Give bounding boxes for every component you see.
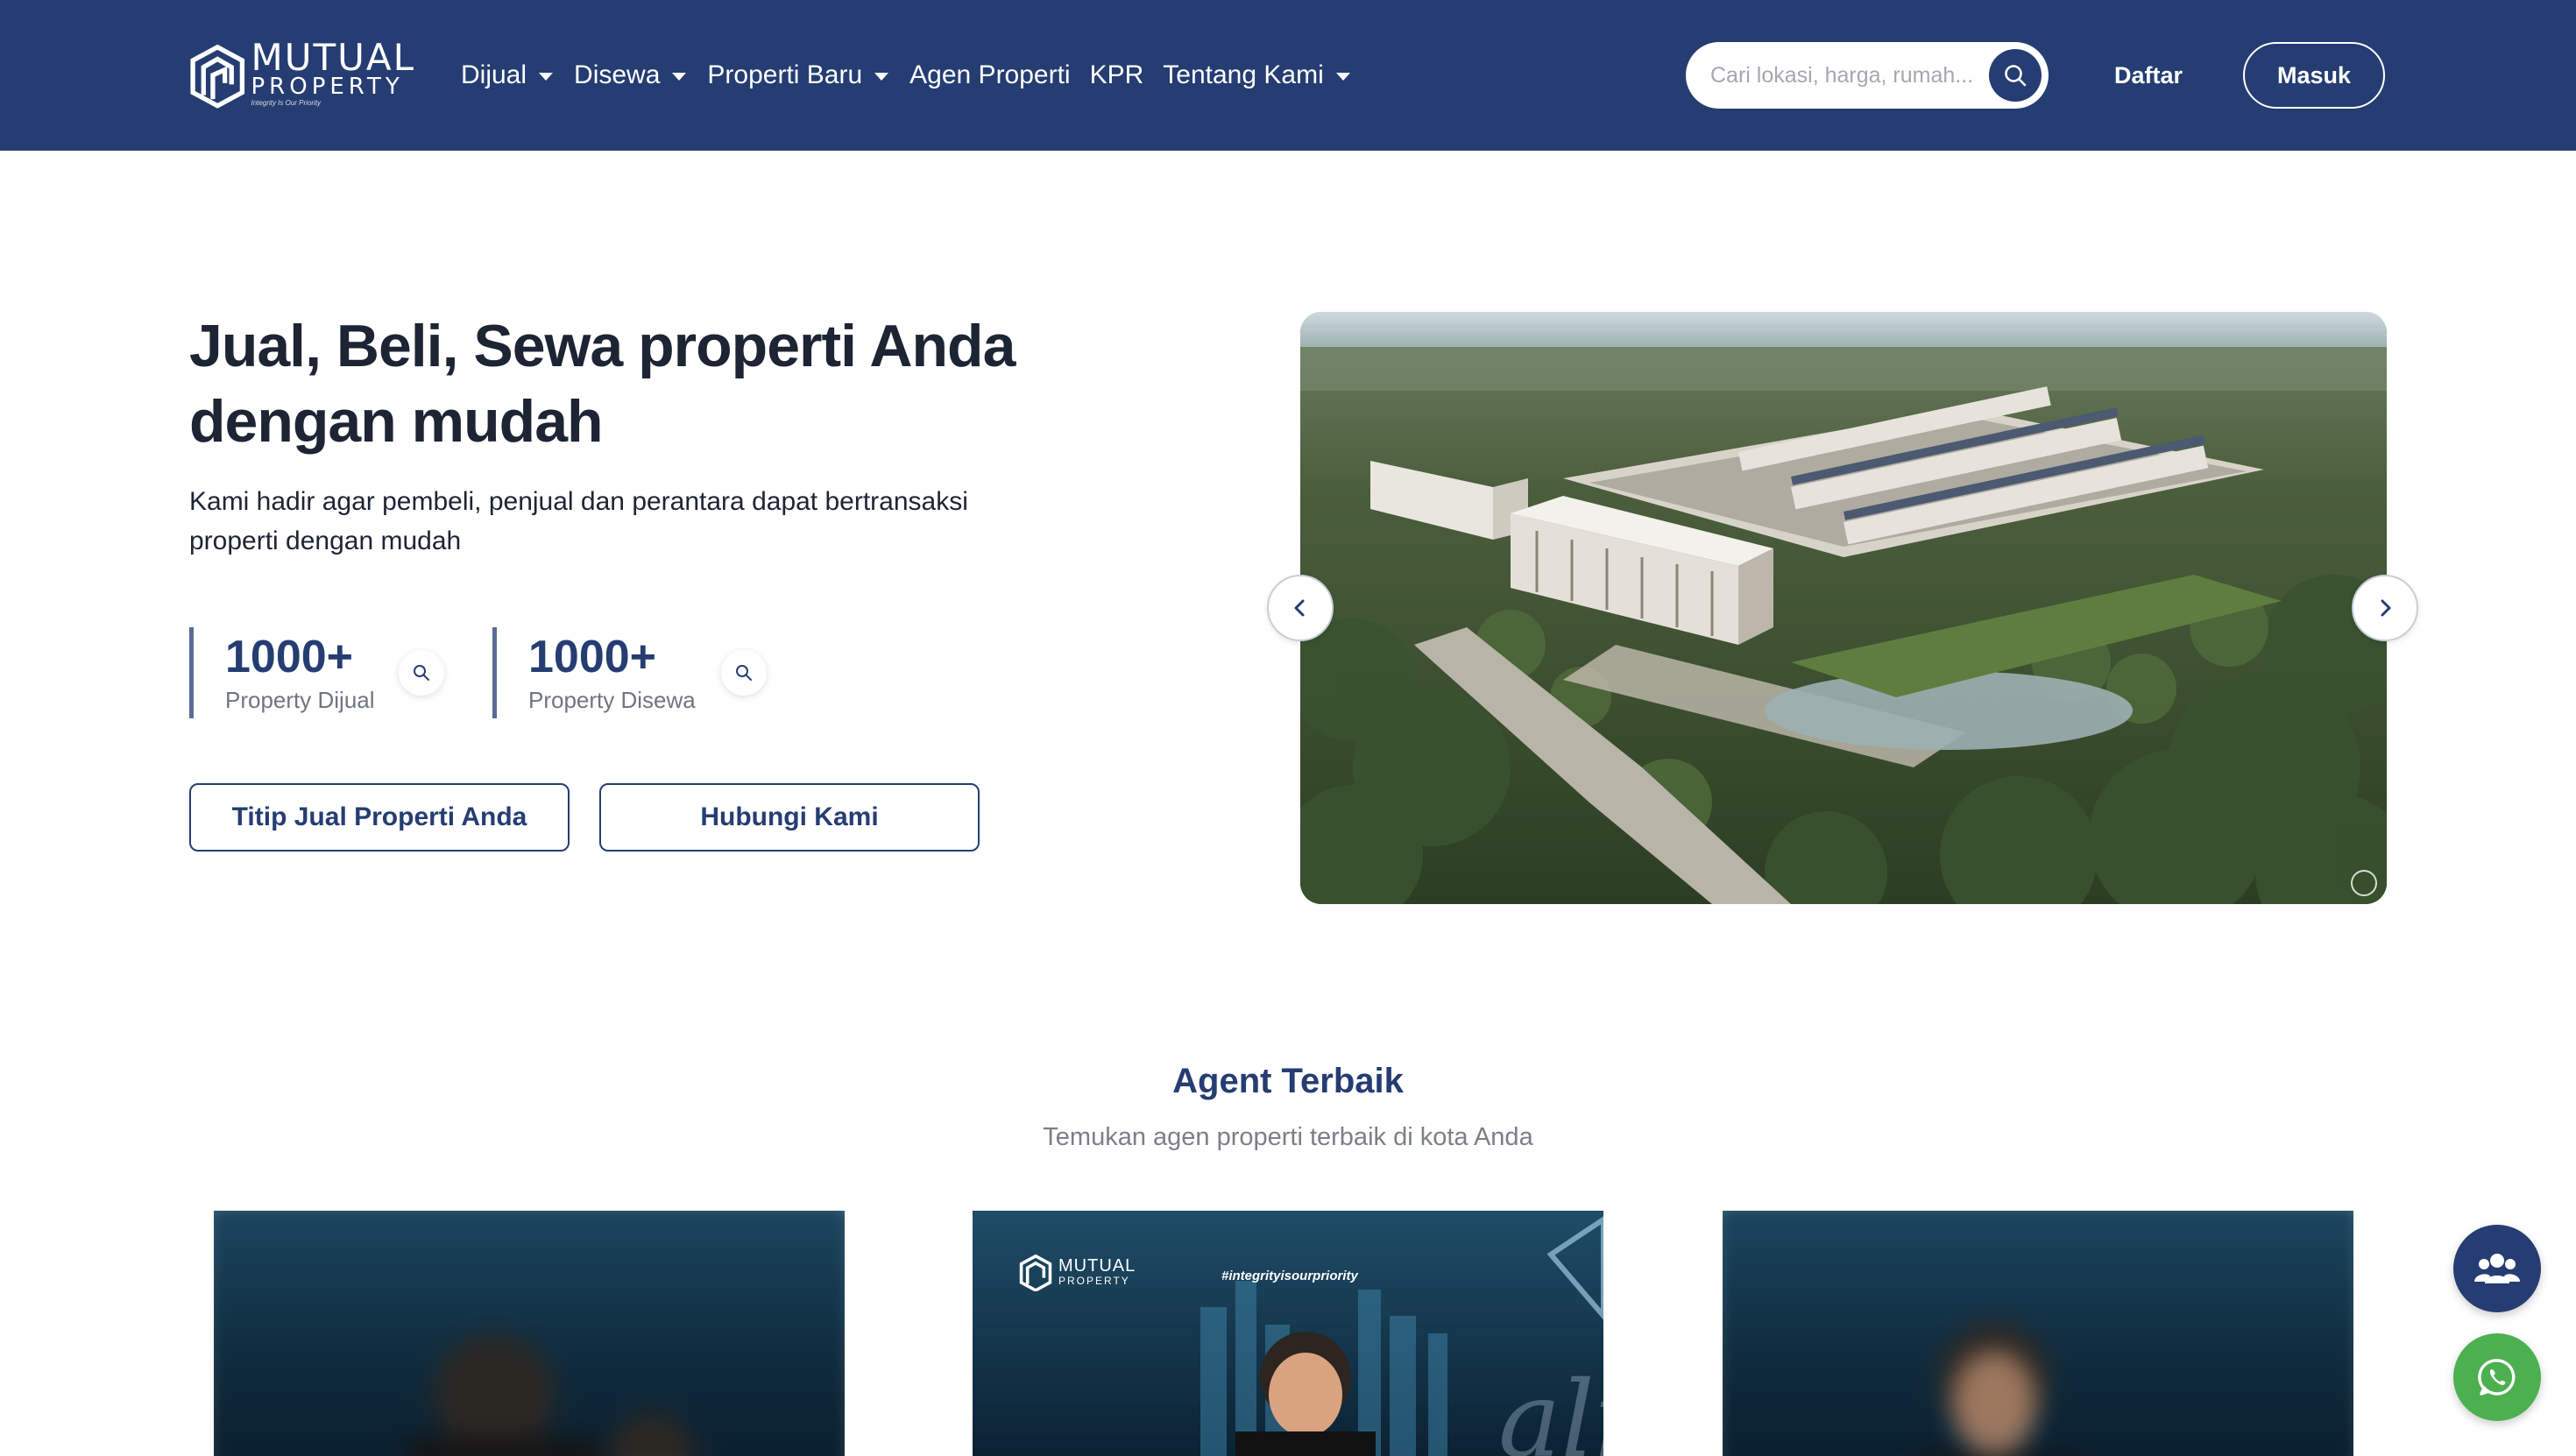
nav-label: Tentang Kami: [1163, 60, 1324, 89]
nav-label: KPR: [1089, 60, 1144, 89]
search-box: [1686, 42, 2049, 109]
agent-card-logo-name: MUTUAL: [1058, 1256, 1136, 1276]
nav-item-dijual[interactable]: Dijual: [461, 60, 554, 90]
caret-down-icon: [539, 72, 554, 81]
titip-jual-button[interactable]: Titip Jual Properti Anda: [189, 783, 570, 852]
carousel-next-button[interactable]: [2352, 575, 2418, 641]
search-icon: [2005, 65, 2027, 87]
nav-item-agen-properti[interactable]: Agen Properti: [909, 60, 1070, 90]
logo-mark-icon: [190, 44, 245, 109]
search-button[interactable]: [1989, 49, 2042, 102]
svg-text:ali: ali: [1498, 1360, 1603, 1456]
agent-card-logo: MUTUAL PROPERTY: [1018, 1253, 1136, 1291]
agent-photo: ali: [973, 1211, 1603, 1456]
nav-item-kpr[interactable]: KPR: [1090, 60, 1144, 90]
property-aerial-image: [1300, 312, 2387, 904]
hubungi-kami-button[interactable]: Hubungi Kami: [599, 783, 980, 852]
community-float-button[interactable]: [2453, 1225, 2541, 1312]
whatsapp-icon: [2478, 1359, 2516, 1396]
agent-card[interactable]: [214, 1211, 845, 1456]
logo-sub: PROPERTY: [251, 74, 404, 100]
nav-item-disewa[interactable]: Disewa: [574, 60, 687, 90]
register-link[interactable]: Daftar: [2094, 54, 2203, 96]
agent-photo: [1723, 1211, 2353, 1456]
mutual-property-logo[interactable]: MUTUAL PROPERTY Integrity Is Our Priorit…: [188, 32, 415, 117]
search-input[interactable]: [1710, 62, 1982, 88]
nav-label: Disewa: [574, 60, 661, 89]
nav-label: Properti Baru: [707, 60, 863, 89]
agent-photo-image: [407, 1333, 696, 1456]
stat-property-disewa: 1000+ Property Disewa: [492, 627, 773, 718]
search-icon: [414, 665, 429, 681]
whatsapp-float-button[interactable]: [2453, 1333, 2541, 1421]
nav-item-tentang-kami[interactable]: Tentang Kami: [1163, 60, 1350, 90]
agent-card-logo-sub: PROPERTY: [1058, 1275, 1130, 1287]
caret-down-icon: [1335, 72, 1350, 81]
agent-photo: [214, 1211, 845, 1456]
caret-down-icon: [874, 72, 889, 81]
agents-section-title: Agent Terbaik: [1172, 1062, 1404, 1100]
nav-item-properti-baru[interactable]: Properti Baru: [707, 60, 889, 90]
chevron-left-icon: [1294, 599, 1305, 617]
logo-mark-icon: [1019, 1254, 1052, 1291]
agent-card[interactable]: ali MUTUAL PROPERTY #integrityisourprior…: [973, 1211, 1603, 1456]
stat-property-dijual: 1000+ Property Dijual: [189, 627, 452, 718]
group-users-icon: [2474, 1254, 2520, 1283]
agent-photo-image: ali: [973, 1211, 1603, 1456]
agent-card-hashtag: #integrityisourpriority: [1221, 1269, 1358, 1283]
login-button[interactable]: Masuk: [2243, 42, 2385, 109]
hero-title: Jual, Beli, Sewa properti Anda dengan mu…: [189, 313, 1016, 455]
agent-card[interactable]: [1723, 1211, 2353, 1456]
logo-name: MUTUAL: [251, 36, 415, 79]
hero-carousel[interactable]: [1300, 312, 2387, 904]
logo-tagline: Integrity Is Our Priority: [251, 99, 322, 107]
nav-label: Agen Properti: [909, 60, 1071, 89]
agents-section-subtitle: Temukan agen properti terbaik di kota An…: [1043, 1123, 1533, 1151]
hero-subtitle: Kami hadir agar pembeli, penjual dan per…: [189, 487, 968, 555]
nav-label: Dijual: [461, 60, 527, 89]
chevron-right-icon: [2381, 599, 2391, 617]
agent-photo-image: [1938, 1321, 2050, 1456]
search-icon: [736, 665, 752, 681]
top-navbar: MUTUAL PROPERTY Integrity Is Our Priorit…: [0, 0, 2576, 151]
carousel-prev-button[interactable]: [1267, 575, 1334, 641]
main-nav: Dijual Disewa Properti Baru Agen Propert…: [461, 54, 1371, 96]
caret-down-icon: [672, 72, 687, 81]
stat-search-button[interactable]: [399, 650, 444, 696]
stat-search-button[interactable]: [721, 650, 767, 696]
